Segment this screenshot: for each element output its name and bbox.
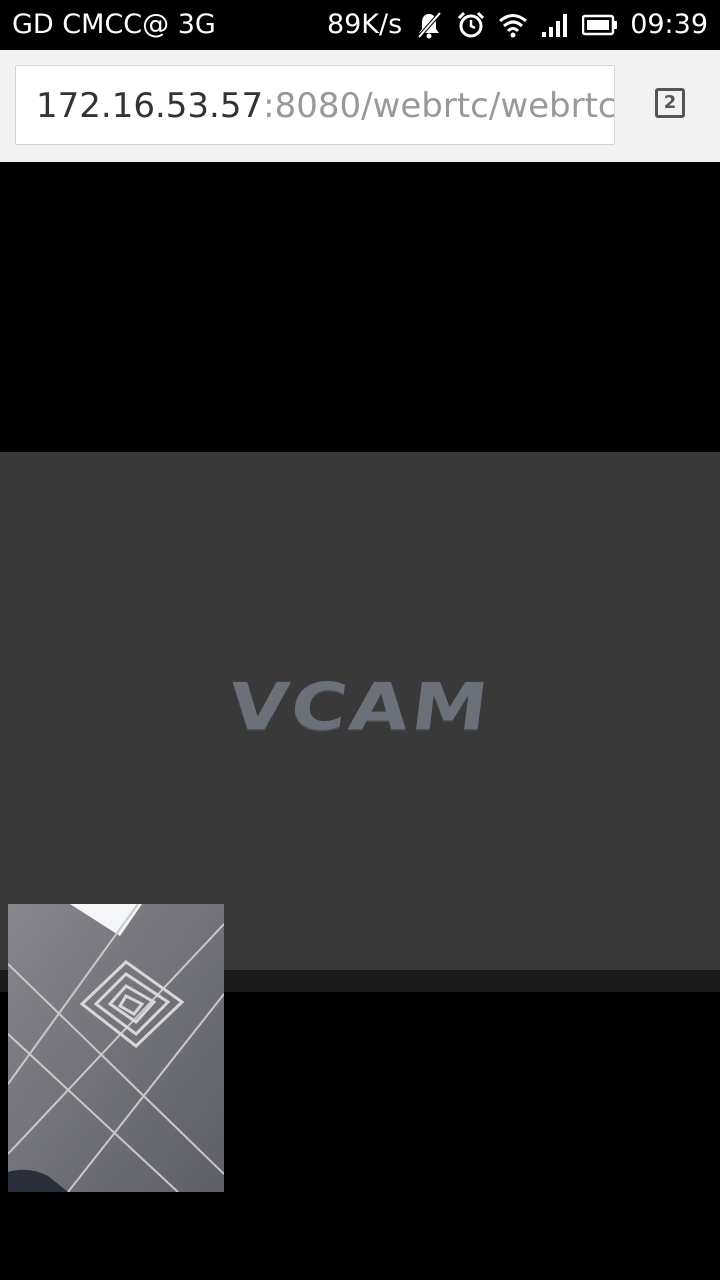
local-video-preview xyxy=(8,904,224,1192)
video-call-area: VCAM xyxy=(0,162,720,1280)
status-bar: GD CMCC@ 3G 89K/s 09:39 xyxy=(0,0,720,50)
notifications-muted-icon xyxy=(414,10,444,40)
network-speed: 89K/s xyxy=(326,9,403,40)
tab-switcher-button[interactable]: 2 xyxy=(655,88,685,118)
url-host: 172.16.53.57 xyxy=(36,86,264,126)
url-path: :8080/webrtc/webrtc xyxy=(263,86,615,126)
wifi-icon xyxy=(498,10,528,40)
vcam-watermark: VCAM xyxy=(224,668,496,745)
carrier-label: GD CMCC@ 3G xyxy=(12,9,216,40)
signal-icon xyxy=(540,10,570,40)
remote-video: VCAM xyxy=(0,452,720,970)
ceiling-camera-image xyxy=(8,904,224,1192)
url-text[interactable]: 172.16.53.57:8080/webrtc/webrtc xyxy=(36,86,615,126)
status-icons: 89K/s 09:39 xyxy=(327,9,708,40)
alarm-icon xyxy=(456,10,486,40)
battery-icon xyxy=(581,10,618,40)
clock: 09:39 xyxy=(630,9,708,40)
browser-toolbar: 172.16.53.57:8080/webrtc/webrtc 2 xyxy=(0,50,720,162)
address-bar[interactable]: 172.16.53.57:8080/webrtc/webrtc xyxy=(15,65,615,145)
